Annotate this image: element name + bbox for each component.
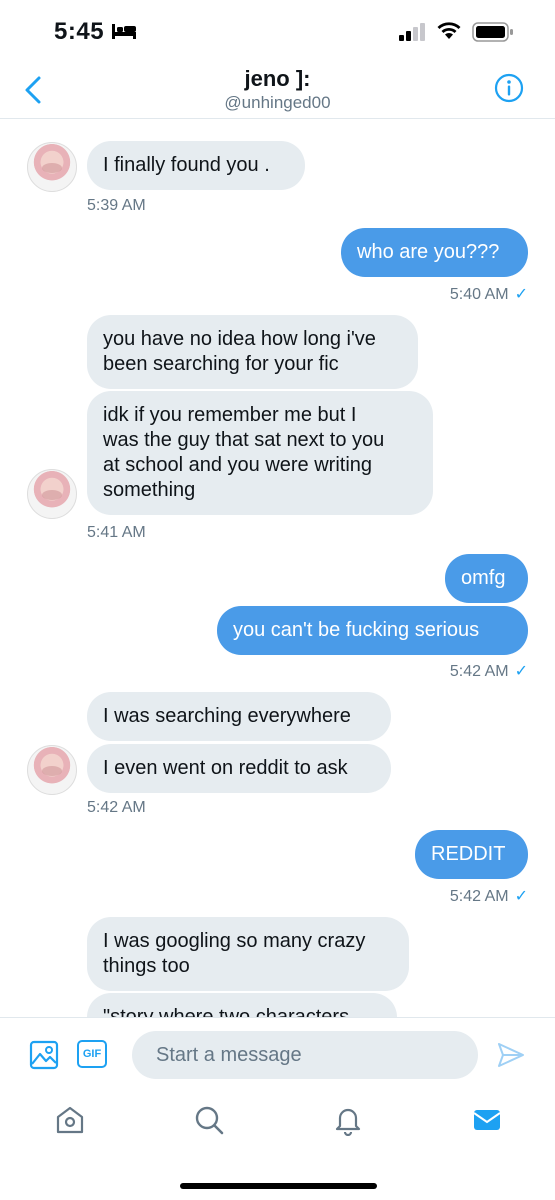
bell-icon[interactable] bbox=[332, 1104, 364, 1136]
conversation-handle: @unhinged00 bbox=[224, 93, 331, 112]
message-composer: GIF bbox=[0, 1017, 555, 1092]
status-time: 5:45 bbox=[54, 18, 105, 45]
gif-button[interactable]: GIF bbox=[77, 1040, 107, 1068]
message-outgoing[interactable]: you can't be fucking serious bbox=[217, 606, 528, 655]
battery-icon bbox=[472, 22, 513, 42]
message-outgoing[interactable]: omfg bbox=[445, 554, 528, 603]
sleep-bed-icon bbox=[112, 24, 136, 39]
message-timestamp: 5:41 AM bbox=[87, 524, 146, 541]
message-list[interactable]: I finally found you . 5:39 AM who are yo… bbox=[0, 119, 555, 1017]
info-icon[interactable] bbox=[494, 73, 524, 103]
conversation-title[interactable]: jeno ]: bbox=[0, 66, 555, 92]
message-incoming[interactable]: I finally found you . bbox=[87, 141, 305, 190]
cellular-signal-icon bbox=[399, 23, 425, 41]
search-icon[interactable] bbox=[193, 1104, 225, 1136]
avatar[interactable] bbox=[27, 745, 77, 795]
message-timestamp: 5:39 AM bbox=[87, 197, 146, 214]
message-timestamp: 5:40 AM ✓ bbox=[449, 286, 528, 303]
status-bar: 5:45 bbox=[0, 0, 555, 60]
message-incoming[interactable]: you have no idea how long i've been sear… bbox=[87, 315, 418, 389]
message-incoming[interactable]: I even went on reddit to ask bbox=[87, 744, 391, 793]
message-incoming[interactable]: I was googling so many crazy things too bbox=[87, 917, 409, 991]
conversation-header: jeno ]: @unhinged00 bbox=[0, 60, 555, 119]
message-timestamp: 5:42 AM ✓ bbox=[449, 663, 528, 680]
home-indicator[interactable] bbox=[180, 1183, 377, 1189]
message-input[interactable] bbox=[132, 1031, 478, 1079]
message-incoming[interactable]: I was searching everywhere bbox=[87, 692, 391, 741]
message-timestamp: 5:42 AM ✓ bbox=[449, 888, 528, 905]
message-outgoing[interactable]: who are you??? bbox=[341, 228, 528, 277]
mail-icon[interactable] bbox=[471, 1104, 503, 1136]
message-incoming[interactable]: "story where two characters bbox=[87, 993, 397, 1017]
avatar[interactable] bbox=[27, 469, 77, 519]
avatar[interactable] bbox=[27, 142, 77, 192]
read-check-icon: ✓ bbox=[514, 286, 528, 303]
image-icon[interactable] bbox=[29, 1040, 59, 1070]
read-check-icon: ✓ bbox=[514, 888, 528, 905]
wifi-icon bbox=[437, 22, 461, 39]
message-timestamp: 5:42 AM bbox=[87, 799, 146, 816]
read-check-icon: ✓ bbox=[514, 663, 528, 680]
send-icon[interactable] bbox=[496, 1040, 526, 1070]
message-outgoing[interactable]: REDDIT bbox=[415, 830, 528, 879]
home-icon[interactable] bbox=[54, 1104, 86, 1136]
message-incoming[interactable]: idk if you remember me but I was the guy… bbox=[87, 391, 433, 515]
